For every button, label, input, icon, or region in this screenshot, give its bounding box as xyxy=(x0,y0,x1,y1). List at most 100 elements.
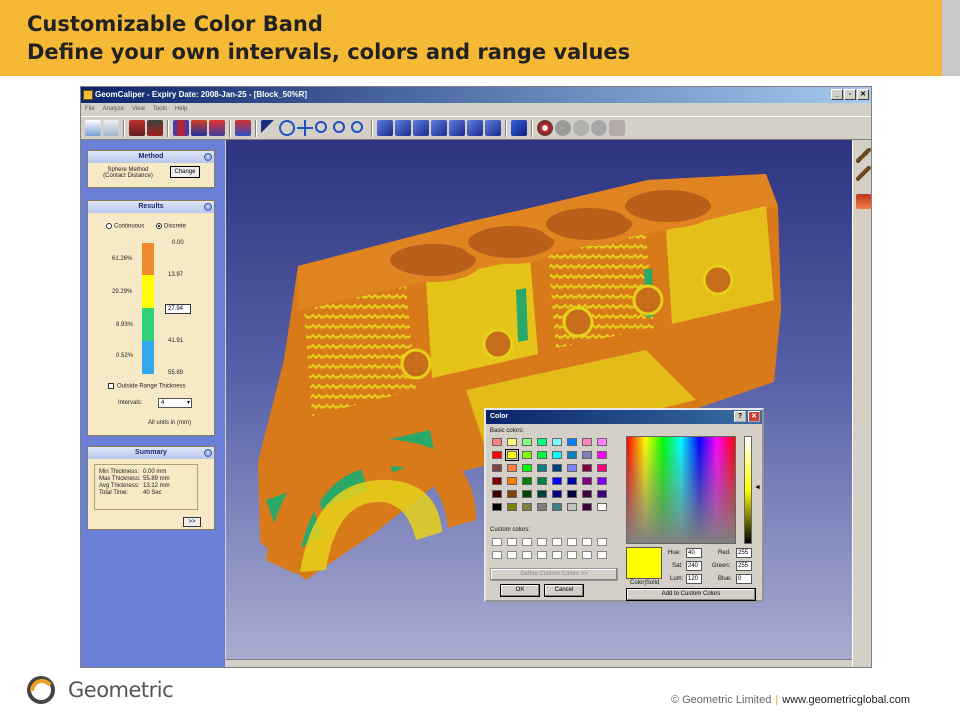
restore-button[interactable]: ▫ xyxy=(844,89,856,100)
shade-icon[interactable] xyxy=(209,120,225,136)
basic-color-swatch[interactable] xyxy=(522,490,532,498)
help-button[interactable]: ? xyxy=(734,411,746,422)
basic-color-swatch[interactable] xyxy=(582,503,592,511)
custom-color-swatch[interactable] xyxy=(507,538,517,546)
blue-input[interactable]: 0 xyxy=(736,574,752,584)
hammer-icon[interactable] xyxy=(856,166,871,181)
view-front-icon[interactable] xyxy=(395,120,411,136)
target-icon[interactable] xyxy=(537,120,553,136)
menu-view[interactable]: View xyxy=(132,103,145,115)
continuous-radio[interactable] xyxy=(106,223,112,229)
hammer-icon[interactable] xyxy=(856,148,871,163)
basic-color-swatch[interactable] xyxy=(507,490,517,498)
basic-color-swatch[interactable] xyxy=(567,503,577,511)
basic-color-swatch[interactable] xyxy=(522,503,532,511)
basic-color-swatch[interactable] xyxy=(492,464,502,472)
basic-color-swatch[interactable] xyxy=(567,438,577,446)
custom-color-swatch[interactable] xyxy=(537,551,547,559)
change-button[interactable]: Change xyxy=(170,166,200,178)
intervals-select[interactable]: 4 xyxy=(158,398,192,408)
custom-color-swatch[interactable] xyxy=(552,538,562,546)
summary-panel-header[interactable]: Summary » xyxy=(88,447,214,459)
results-panel-header[interactable]: Results » xyxy=(88,201,214,213)
basic-color-swatch[interactable] xyxy=(537,477,547,485)
custom-color-swatch[interactable] xyxy=(492,551,502,559)
basic-color-swatch[interactable] xyxy=(507,438,517,446)
red-input[interactable]: 255 xyxy=(736,548,752,558)
basic-color-swatch[interactable] xyxy=(522,477,532,485)
basic-color-swatch[interactable] xyxy=(507,477,517,485)
view-top-icon[interactable] xyxy=(467,120,483,136)
basic-color-swatch[interactable] xyxy=(597,477,607,485)
minimize-button[interactable]: _ xyxy=(831,89,843,100)
rotate-icon[interactable] xyxy=(279,120,295,136)
collapse-icon[interactable]: » xyxy=(204,153,212,161)
report-icon[interactable] xyxy=(147,120,163,136)
view-back-icon[interactable] xyxy=(413,120,429,136)
basic-color-swatch[interactable] xyxy=(492,490,502,498)
analyze-icon[interactable] xyxy=(129,120,145,136)
lum-input[interactable]: 120 xyxy=(686,574,702,584)
custom-color-swatch[interactable] xyxy=(507,551,517,559)
basic-color-swatch[interactable] xyxy=(582,464,592,472)
basic-color-swatch[interactable] xyxy=(537,490,547,498)
luminosity-slider[interactable] xyxy=(744,436,752,544)
custom-color-swatch[interactable] xyxy=(522,551,532,559)
basic-color-swatch[interactable] xyxy=(552,503,562,511)
color-icon[interactable] xyxy=(235,120,251,136)
mesh-icon[interactable] xyxy=(191,120,207,136)
basic-color-swatch[interactable] xyxy=(597,503,607,511)
method-panel-header[interactable]: Method » xyxy=(88,151,214,163)
basic-color-swatch[interactable] xyxy=(552,477,562,485)
color-band-2[interactable] xyxy=(142,275,154,308)
green-input[interactable]: 255 xyxy=(736,561,752,571)
basic-color-swatch[interactable] xyxy=(507,503,517,511)
basic-color-swatch[interactable] xyxy=(597,438,607,446)
luminosity-arrow-icon[interactable]: ◄ xyxy=(754,484,761,491)
measure-icon[interactable] xyxy=(856,194,871,209)
outside-range-option[interactable]: Outside Range Thickness xyxy=(108,383,186,390)
custom-color-swatch[interactable] xyxy=(582,538,592,546)
basic-color-swatch[interactable] xyxy=(522,451,532,459)
basic-color-swatch[interactable] xyxy=(492,503,502,511)
new-file-icon[interactable] xyxy=(85,120,101,136)
collapse-icon[interactable]: » xyxy=(204,449,212,457)
basic-color-swatch[interactable] xyxy=(567,464,577,472)
open-file-icon[interactable] xyxy=(103,120,119,136)
basic-color-swatch[interactable] xyxy=(552,464,562,472)
outside-range-checkbox[interactable] xyxy=(108,383,114,389)
menu-tools[interactable]: Tools xyxy=(153,103,167,115)
custom-color-swatch[interactable] xyxy=(492,538,502,546)
pan-icon[interactable] xyxy=(297,120,313,136)
basic-color-swatch[interactable] xyxy=(582,438,592,446)
basic-color-swatch[interactable] xyxy=(505,449,519,461)
basic-color-swatch[interactable] xyxy=(597,451,607,459)
footer-url[interactable]: www.geometricglobal.com xyxy=(782,694,910,706)
basic-color-swatch[interactable] xyxy=(582,477,592,485)
select-arrow-icon[interactable] xyxy=(261,120,277,136)
basic-color-swatch[interactable] xyxy=(507,464,517,472)
basic-color-swatch[interactable] xyxy=(552,438,562,446)
zoom-fit-icon[interactable] xyxy=(351,121,363,133)
cancel-button[interactable]: Cancel xyxy=(544,584,584,597)
view-iso-icon[interactable] xyxy=(377,120,393,136)
view-bottom-icon[interactable] xyxy=(485,120,501,136)
range-value-input[interactable]: 27.94 xyxy=(165,304,191,314)
basic-color-swatch[interactable] xyxy=(552,490,562,498)
basic-color-swatch[interactable] xyxy=(492,451,502,459)
custom-color-swatch[interactable] xyxy=(567,538,577,546)
add-to-custom-colors-button[interactable]: Add to Custom Colors xyxy=(626,588,756,601)
basic-color-swatch[interactable] xyxy=(492,477,502,485)
discrete-option[interactable]: Discrete xyxy=(156,223,186,230)
basic-color-swatch[interactable] xyxy=(537,438,547,446)
zoom-window-icon[interactable] xyxy=(333,121,345,133)
sat-input[interactable]: 240 xyxy=(686,561,702,571)
basic-color-swatch[interactable] xyxy=(492,438,502,446)
view-left-icon[interactable] xyxy=(431,120,447,136)
basic-color-swatch[interactable] xyxy=(537,503,547,511)
basic-color-swatch[interactable] xyxy=(522,464,532,472)
view-right-icon[interactable] xyxy=(449,120,465,136)
custom-color-swatch[interactable] xyxy=(597,538,607,546)
discrete-radio[interactable] xyxy=(156,223,162,229)
basic-color-swatch[interactable] xyxy=(597,490,607,498)
